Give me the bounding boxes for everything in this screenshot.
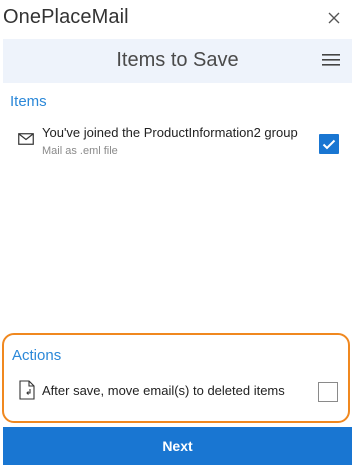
close-button[interactable] [322, 6, 346, 30]
hamburger-menu-icon [322, 54, 340, 66]
next-button[interactable]: Next [3, 427, 352, 465]
items-section-title: Items [10, 93, 47, 110]
list-item: You've joined the ProductInformation2 gr… [0, 118, 352, 168]
item-checkbox[interactable] [319, 134, 339, 154]
item-subject: You've joined the ProductInformation2 gr… [42, 125, 298, 140]
app-title: OnePlaceMail [3, 6, 129, 28]
item-format: Mail as .eml file [42, 145, 118, 157]
action-item: After save, move email(s) to deleted ite… [4, 377, 348, 405]
move-to-deleted-label: After save, move email(s) to deleted ite… [42, 383, 285, 398]
oneplacemail-panel: OnePlaceMail Items to Save Items You've … [0, 0, 352, 465]
close-icon [328, 12, 340, 24]
checkmark-icon [322, 139, 336, 149]
page-title: Items to Save [116, 49, 239, 71]
document-move-icon [19, 380, 35, 400]
move-to-deleted-checkbox[interactable] [318, 382, 338, 402]
actions-section: Actions After save, move email(s) to del… [2, 333, 350, 423]
actions-section-title: Actions [12, 347, 62, 364]
mail-icon [18, 133, 34, 145]
app-header: OnePlaceMail [0, 0, 352, 38]
subheader-bar: Items to Save [3, 39, 352, 83]
menu-button[interactable] [322, 52, 340, 68]
